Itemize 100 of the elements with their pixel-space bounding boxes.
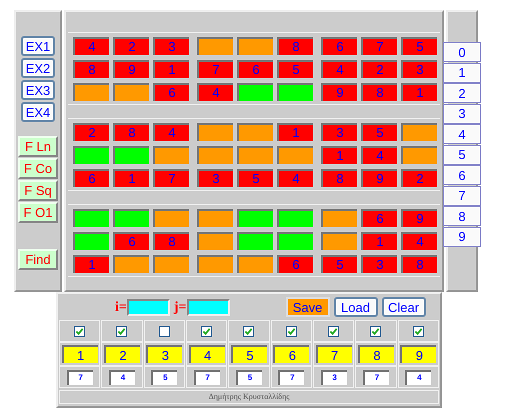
grid-cell[interactable] [401, 146, 437, 164]
checkbox[interactable] [328, 326, 340, 336]
grid-cell[interactable]: 1 [321, 146, 357, 164]
grid-cell[interactable]: 4 [153, 122, 189, 140]
number-cell[interactable]: 3 [146, 345, 182, 363]
grid-cell[interactable]: 5 [361, 122, 397, 140]
grid-cell[interactable]: 2 [361, 60, 397, 78]
checkbox[interactable] [158, 326, 170, 336]
grid-cell[interactable]: 8 [73, 60, 109, 78]
grid-cell[interactable] [401, 122, 437, 140]
example-button[interactable]: EX2 [21, 58, 55, 78]
grid-cell[interactable] [277, 232, 313, 250]
grid-cell[interactable] [113, 254, 149, 272]
action-button[interactable]: Save [286, 297, 330, 317]
grid-cell[interactable] [277, 82, 313, 100]
grid-cell[interactable]: 8 [277, 36, 313, 54]
example-button[interactable]: EX3 [21, 80, 55, 100]
grid-cell[interactable] [73, 208, 109, 226]
grid-cell[interactable]: 6 [277, 254, 313, 272]
grid-cell[interactable] [321, 232, 357, 250]
grid-cell[interactable]: 2 [73, 122, 109, 140]
grid-cell[interactable] [197, 208, 233, 226]
grid-cell[interactable] [197, 36, 233, 54]
grid-cell[interactable]: 9 [321, 82, 357, 100]
grid-cell[interactable]: 3 [153, 36, 189, 54]
grid-cell[interactable] [277, 146, 313, 164]
grid-cell[interactable] [237, 82, 273, 100]
grid-cell[interactable] [237, 122, 273, 140]
grid-cell[interactable]: 6 [73, 168, 109, 186]
digit-button[interactable]: 2 [443, 83, 481, 103]
digit-button[interactable]: 8 [443, 206, 481, 226]
checkbox[interactable] [201, 326, 212, 336]
grid-cell[interactable]: 1 [153, 60, 189, 78]
grid-cell[interactable] [197, 232, 233, 250]
grid-cell[interactable]: 6 [321, 36, 357, 54]
grid-cell[interactable] [237, 232, 273, 250]
grid-cell[interactable] [113, 208, 149, 226]
digit-button[interactable]: 7 [443, 186, 481, 206]
grid-cell[interactable] [73, 232, 109, 250]
grid-cell[interactable]: 6 [361, 208, 397, 226]
grid-cell[interactable] [197, 254, 233, 272]
grid-cell[interactable]: 8 [153, 232, 189, 250]
grid-cell[interactable]: 5 [401, 36, 437, 54]
grid-cell[interactable]: 7 [153, 168, 189, 186]
number-cell[interactable]: 5 [230, 345, 267, 363]
j-field[interactable] [186, 298, 230, 316]
grid-cell[interactable] [237, 208, 273, 226]
grid-cell[interactable]: 7 [361, 36, 397, 54]
grid-cell[interactable]: 2 [401, 168, 437, 186]
digit-button[interactable]: 3 [443, 104, 481, 124]
grid-cell[interactable] [237, 254, 273, 272]
grid-cell[interactable]: 9 [361, 168, 397, 186]
grid-cell[interactable]: 9 [113, 60, 149, 78]
action-button[interactable]: Load [334, 297, 378, 317]
grid-cell[interactable] [197, 122, 233, 140]
grid-cell[interactable] [73, 146, 109, 164]
number-cell[interactable]: 7 [316, 345, 352, 363]
grid-cell[interactable]: 5 [321, 254, 357, 272]
grid-cell[interactable]: 4 [73, 36, 109, 54]
function-button[interactable]: F Ln [18, 136, 58, 157]
digit-button[interactable]: 1 [443, 62, 481, 82]
number-cell[interactable]: 8 [358, 345, 394, 363]
grid-cell[interactable]: 3 [401, 60, 437, 78]
grid-cell[interactable]: 1 [113, 168, 149, 186]
example-button[interactable]: EX1 [21, 36, 55, 56]
checkbox[interactable] [286, 326, 297, 336]
digit-button[interactable]: 0 [443, 42, 481, 62]
number-cell[interactable]: 1 [62, 345, 98, 363]
grid-cell[interactable]: 4 [197, 82, 233, 100]
grid-cell[interactable]: 1 [361, 232, 397, 250]
digit-button[interactable]: 9 [443, 226, 481, 246]
grid-cell[interactable] [237, 36, 273, 54]
checkbox[interactable] [74, 326, 86, 336]
number-cell[interactable]: 4 [188, 345, 225, 363]
grid-cell[interactable]: 6 [153, 82, 189, 100]
grid-cell[interactable]: 3 [361, 254, 397, 272]
grid-cell[interactable] [113, 146, 149, 164]
grid-cell[interactable]: 4 [277, 168, 313, 186]
grid-cell[interactable] [153, 254, 189, 272]
grid-cell[interactable]: 7 [197, 60, 233, 78]
checkbox[interactable] [116, 326, 128, 336]
grid-cell[interactable]: 1 [277, 122, 313, 140]
digit-button[interactable]: 4 [443, 124, 481, 144]
function-button[interactable]: F Co [18, 158, 58, 179]
grid-cell[interactable]: 4 [361, 146, 397, 164]
digit-button[interactable]: 6 [443, 165, 481, 185]
grid-cell[interactable] [113, 82, 149, 100]
grid-cell[interactable]: 5 [277, 60, 313, 78]
grid-cell[interactable]: 6 [237, 60, 273, 78]
checkbox[interactable] [412, 326, 424, 336]
grid-cell[interactable]: 1 [401, 82, 437, 100]
grid-cell[interactable] [277, 208, 313, 226]
grid-cell[interactable]: 8 [361, 82, 397, 100]
function-button[interactable]: Find [18, 249, 58, 270]
grid-cell[interactable]: 2 [113, 36, 149, 54]
grid-cell[interactable]: 8 [401, 254, 437, 272]
grid-cell[interactable] [153, 208, 189, 226]
grid-cell[interactable]: 6 [113, 232, 149, 250]
number-cell[interactable]: 9 [400, 345, 436, 363]
grid-cell[interactable]: 9 [401, 208, 437, 226]
